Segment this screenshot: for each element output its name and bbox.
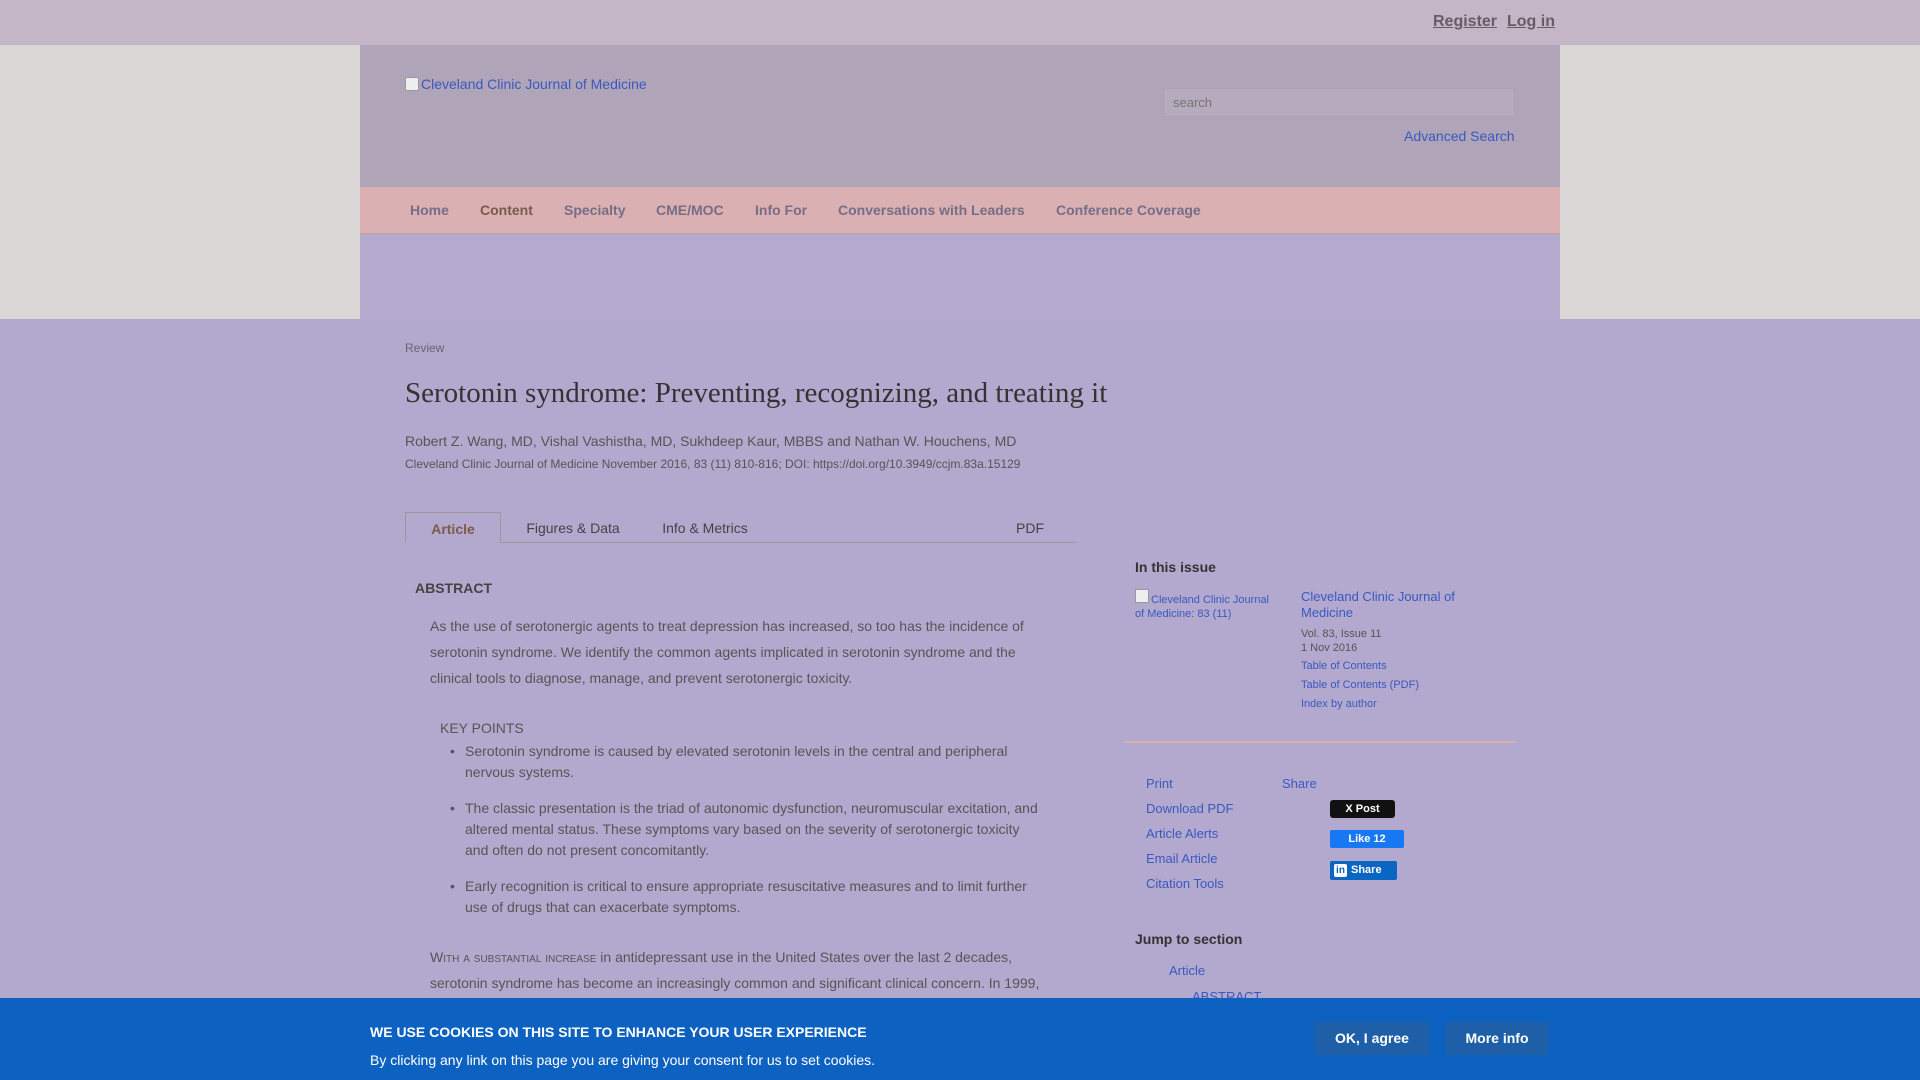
citation-tools-tool[interactable]: Citation Tools	[1130, 876, 1224, 891]
article-citation: Cleveland Clinic Journal of Medicine Nov…	[405, 457, 1021, 471]
key-point: Serotonin syndrome is caused by elevated…	[450, 741, 1046, 783]
linkedin-share-button[interactable]: in Share	[1330, 861, 1397, 880]
advanced-search-link[interactable]: Advanced Search	[1404, 128, 1515, 144]
bell-icon	[1130, 828, 1138, 839]
table-of-contents-pdf-link[interactable]: Table of Contents (PDF)	[1301, 679, 1419, 691]
menu-icon[interactable]	[566, 13, 576, 29]
issue-cover-image[interactable]: Cleveland Clinic Journal of Medicine: 83…	[1135, 589, 1275, 621]
nav-cme-moc[interactable]: CME/MOC	[656, 202, 724, 218]
tool-label: Article Alerts	[1146, 826, 1219, 841]
nav-home[interactable]: Home	[410, 202, 449, 218]
cookie-more-info-button[interactable]: More info	[1446, 1022, 1548, 1055]
article-title: Serotonin syndrome: Preventing, recogniz…	[405, 377, 1108, 409]
cookie-text: By clicking any link on this page you ar…	[370, 1052, 876, 1068]
article-type: Review	[405, 341, 445, 355]
cookie-banner: WE USE COOKIES ON THIS SITE TO ENHANCE Y…	[0, 998, 1920, 1080]
index-by-author-link[interactable]: Index by author	[1301, 698, 1377, 710]
email-article-tool[interactable]: Email Article	[1130, 851, 1218, 866]
key-points-list: Serotonin syndrome is caused by elevated…	[450, 741, 1046, 933]
download-icon	[1130, 803, 1138, 814]
article-alerts-tool[interactable]: Article Alerts	[1130, 826, 1218, 841]
nav-conference-coverage[interactable]: Conference Coverage	[1056, 202, 1201, 218]
issue-cover-alt: Cleveland Clinic Journal of Medicine: 83…	[1135, 594, 1270, 620]
key-point: The classic presentation is the triad of…	[450, 798, 1046, 861]
main-nav: Home Content Specialty CME/MOC Info For …	[360, 187, 1560, 234]
header-left-margin	[0, 45, 360, 319]
journal-logo[interactable]: Cleveland Clinic Journal of Medicine	[405, 76, 647, 92]
article-authors: Robert Z. Wang, MD, Vishal Vashistha, MD…	[405, 433, 1017, 449]
broken-image-icon	[1135, 589, 1149, 603]
abstract-heading: ABSTRACT	[415, 580, 492, 596]
issue-journal-title[interactable]: Cleveland Clinic Journal of Medicine	[1301, 589, 1501, 621]
abstract-text: As the use of serotonergic agents to tre…	[430, 618, 1024, 686]
logo-alt-text: Cleveland Clinic Journal of Medicine	[421, 76, 647, 92]
issue-volume: Vol. 83, Issue 11	[1301, 628, 1382, 640]
nav-conversations[interactable]: Conversations with Leaders	[838, 202, 1025, 218]
tool-label: Share	[1282, 776, 1317, 791]
register-link[interactable]: Register	[1433, 13, 1497, 31]
article-tabs: Article Figures & Data Info & Metrics PD…	[405, 512, 1076, 543]
tab-figures-data[interactable]: Figures & Data	[515, 512, 631, 543]
key-point: Early recognition is critical to ensure …	[450, 876, 1046, 918]
nav-info-for[interactable]: Info For	[755, 202, 807, 218]
quote-icon	[1130, 878, 1138, 889]
jump-to-section-heading: Jump to section	[1135, 931, 1243, 947]
tab-article[interactable]: Article	[405, 512, 501, 543]
share-icon	[1266, 778, 1274, 789]
issue-volume-date: Vol. 83, Issue 11 1 Nov 2016	[1301, 627, 1382, 655]
nav-specialty[interactable]: Specialty	[564, 202, 625, 218]
share-tool[interactable]: Share	[1266, 776, 1317, 791]
x-post-button[interactable]: X Post	[1330, 800, 1395, 818]
login-link[interactable]: Log in	[1507, 13, 1555, 31]
nav-strip	[360, 234, 1560, 319]
header-right-margin	[1560, 45, 1920, 319]
article-body-paragraph: With a substantial increase in antidepre…	[430, 944, 1050, 996]
cookie-agree-button[interactable]: OK, I agree	[1315, 1022, 1429, 1055]
tool-label: Print	[1146, 776, 1173, 791]
download-pdf-tool[interactable]: Download PDF	[1130, 801, 1233, 816]
print-tool[interactable]: Print	[1130, 776, 1173, 791]
tool-label: Email Article	[1146, 851, 1218, 866]
site-header: Cleveland Clinic Journal of Medicine Adv…	[360, 45, 1560, 187]
cookie-heading: WE USE COOKIES ON THIS SITE TO ENHANCE Y…	[370, 1024, 867, 1040]
linkedin-share-label: Share	[1351, 864, 1382, 876]
tool-label: Citation Tools	[1146, 876, 1224, 891]
jump-item-label: Article	[1169, 963, 1206, 978]
print-icon	[1130, 778, 1138, 789]
tab-pdf[interactable]: PDF	[1005, 512, 1055, 543]
envelope-icon	[1130, 853, 1138, 864]
table-of-contents-link[interactable]: Table of Contents	[1301, 660, 1387, 672]
facebook-like-button[interactable]: Like 12	[1330, 830, 1404, 848]
in-this-issue-heading: In this issue	[1135, 559, 1216, 575]
linkedin-icon: in	[1334, 864, 1347, 877]
tool-label: Download PDF	[1146, 801, 1234, 816]
search-input[interactable]	[1163, 88, 1515, 117]
jump-item-article[interactable]: Article	[1147, 963, 1205, 978]
broken-image-icon	[405, 77, 419, 91]
tab-info-metrics[interactable]: Info & Metrics	[650, 512, 760, 543]
top-bar: Register Log in	[0, 0, 1920, 45]
body-lead-in: With a substantial increase	[430, 949, 597, 965]
key-points-heading: KEY POINTS	[440, 720, 524, 736]
issue-date: 1 Nov 2016	[1301, 642, 1358, 654]
nav-content[interactable]: Content	[480, 202, 533, 218]
sidebar-divider	[1125, 741, 1515, 743]
bullet-icon	[1147, 966, 1155, 976]
